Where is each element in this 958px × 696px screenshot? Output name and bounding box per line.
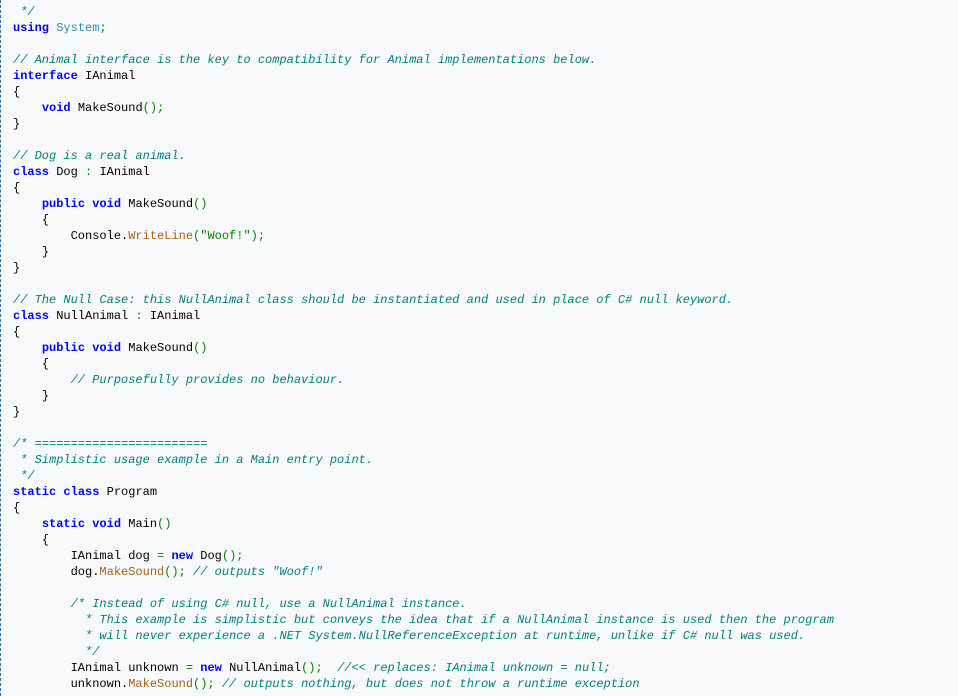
comment-purposeful: // Purposefully provides no behaviour.	[71, 373, 345, 387]
kw-class: class	[13, 165, 49, 179]
type-program: Program	[107, 485, 157, 499]
kw-class: class	[63, 485, 99, 499]
parens: ()	[143, 101, 157, 115]
type-ianimal: IAnimal	[71, 549, 121, 563]
type-ianimal: IAnimal	[99, 165, 149, 179]
dot: .	[121, 677, 128, 691]
semi: ;	[179, 565, 186, 579]
method-makesound: MakeSound	[78, 101, 143, 115]
method-makesound: MakeSound	[128, 341, 193, 355]
kw-void: void	[42, 101, 71, 115]
id-dog: dog	[71, 565, 93, 579]
colon: :	[78, 165, 100, 179]
brace-open: {	[13, 501, 20, 515]
brace-open: {	[13, 85, 20, 99]
comment-blk2: * This example is simplistic but conveys…	[78, 613, 834, 627]
type-ianimal: IAnimal	[85, 69, 135, 83]
brace-open: {	[42, 533, 49, 547]
brace-close: }	[42, 245, 49, 259]
comment-dog: // Dog is a real animal.	[13, 149, 186, 163]
kw-public: public	[42, 197, 85, 211]
kw-new: new	[171, 549, 193, 563]
type-system: System	[56, 21, 99, 35]
parens: ()	[157, 517, 171, 531]
kw-new: new	[200, 661, 222, 675]
kw-using: using	[13, 21, 49, 35]
comment-sep3: */	[13, 469, 35, 483]
semi: ;	[99, 21, 106, 35]
parens: ()	[193, 677, 207, 691]
brace-close: }	[13, 261, 20, 275]
parens: ()	[193, 341, 207, 355]
comment-blk1: /* Instead of using C# null, use a NullA…	[71, 597, 467, 611]
parens: ()	[164, 565, 178, 579]
semi: ;	[236, 549, 243, 563]
type-ianimal: IAnimal	[71, 661, 121, 675]
comment-blk4: */	[78, 645, 100, 659]
comment-replaces: //<< replaces: IAnimal unknown = null;	[337, 661, 611, 675]
method-writeline: WriteLine	[128, 229, 193, 243]
type-nullanimal: NullAnimal	[56, 309, 128, 323]
kw-interface: interface	[13, 69, 78, 83]
comment-out-woof: // outputs "Woof!"	[193, 565, 323, 579]
type-console: Console	[71, 229, 121, 243]
kw-static: static	[13, 485, 56, 499]
parens: ()	[301, 661, 315, 675]
parens: ()	[193, 197, 207, 211]
colon: :	[128, 309, 150, 323]
brace-open: {	[42, 213, 49, 227]
type-dog: Dog	[56, 165, 78, 179]
brace-open: {	[13, 325, 20, 339]
comment-outputs-nothing: // outputs nothing, but does not throw a…	[222, 677, 640, 691]
comment-sep2: * Simplistic usage example in a Main ent…	[13, 453, 373, 467]
op-eq: =	[179, 661, 201, 675]
semi: ;	[258, 229, 265, 243]
method-makesound: MakeSound	[99, 565, 164, 579]
method-makesound: MakeSound	[128, 197, 193, 211]
id-dog: dog	[128, 549, 150, 563]
comment-close: */	[13, 5, 35, 19]
kw-void: void	[92, 341, 121, 355]
method-makesound: MakeSound	[128, 677, 193, 691]
comment-iface: // Animal interface is the key to compat…	[13, 53, 596, 67]
kw-void: void	[92, 517, 121, 531]
comment-sep1: /* ========================	[13, 437, 207, 451]
kw-class: class	[13, 309, 49, 323]
paren-close: )	[251, 229, 258, 243]
brace-close: }	[13, 405, 20, 419]
kw-static: static	[42, 517, 85, 531]
comment-blk3: * will never experience a .NET System.Nu…	[78, 629, 805, 643]
code-block: */ using System; // Animal interface is …	[13, 4, 946, 692]
type-dog: Dog	[200, 549, 222, 563]
brace-open: {	[42, 357, 49, 371]
type-ianimal: IAnimal	[150, 309, 200, 323]
method-main: Main	[128, 517, 157, 531]
type-nullanimal: NullAnimal	[229, 661, 301, 675]
semi: ;	[207, 677, 214, 691]
kw-void: void	[92, 197, 121, 211]
string-woof: "Woof!"	[200, 229, 250, 243]
op-eq: =	[150, 549, 172, 563]
semi: ;	[316, 661, 323, 675]
semi: ;	[157, 101, 164, 115]
parens: ()	[222, 549, 236, 563]
brace-close: }	[13, 117, 20, 131]
brace-close: }	[42, 389, 49, 403]
comment-nullcase: // The Null Case: this NullAnimal class …	[13, 293, 733, 307]
brace-open: {	[13, 181, 20, 195]
kw-public: public	[42, 341, 85, 355]
id-unknown: unknown	[71, 677, 121, 691]
id-unknown: unknown	[128, 661, 178, 675]
